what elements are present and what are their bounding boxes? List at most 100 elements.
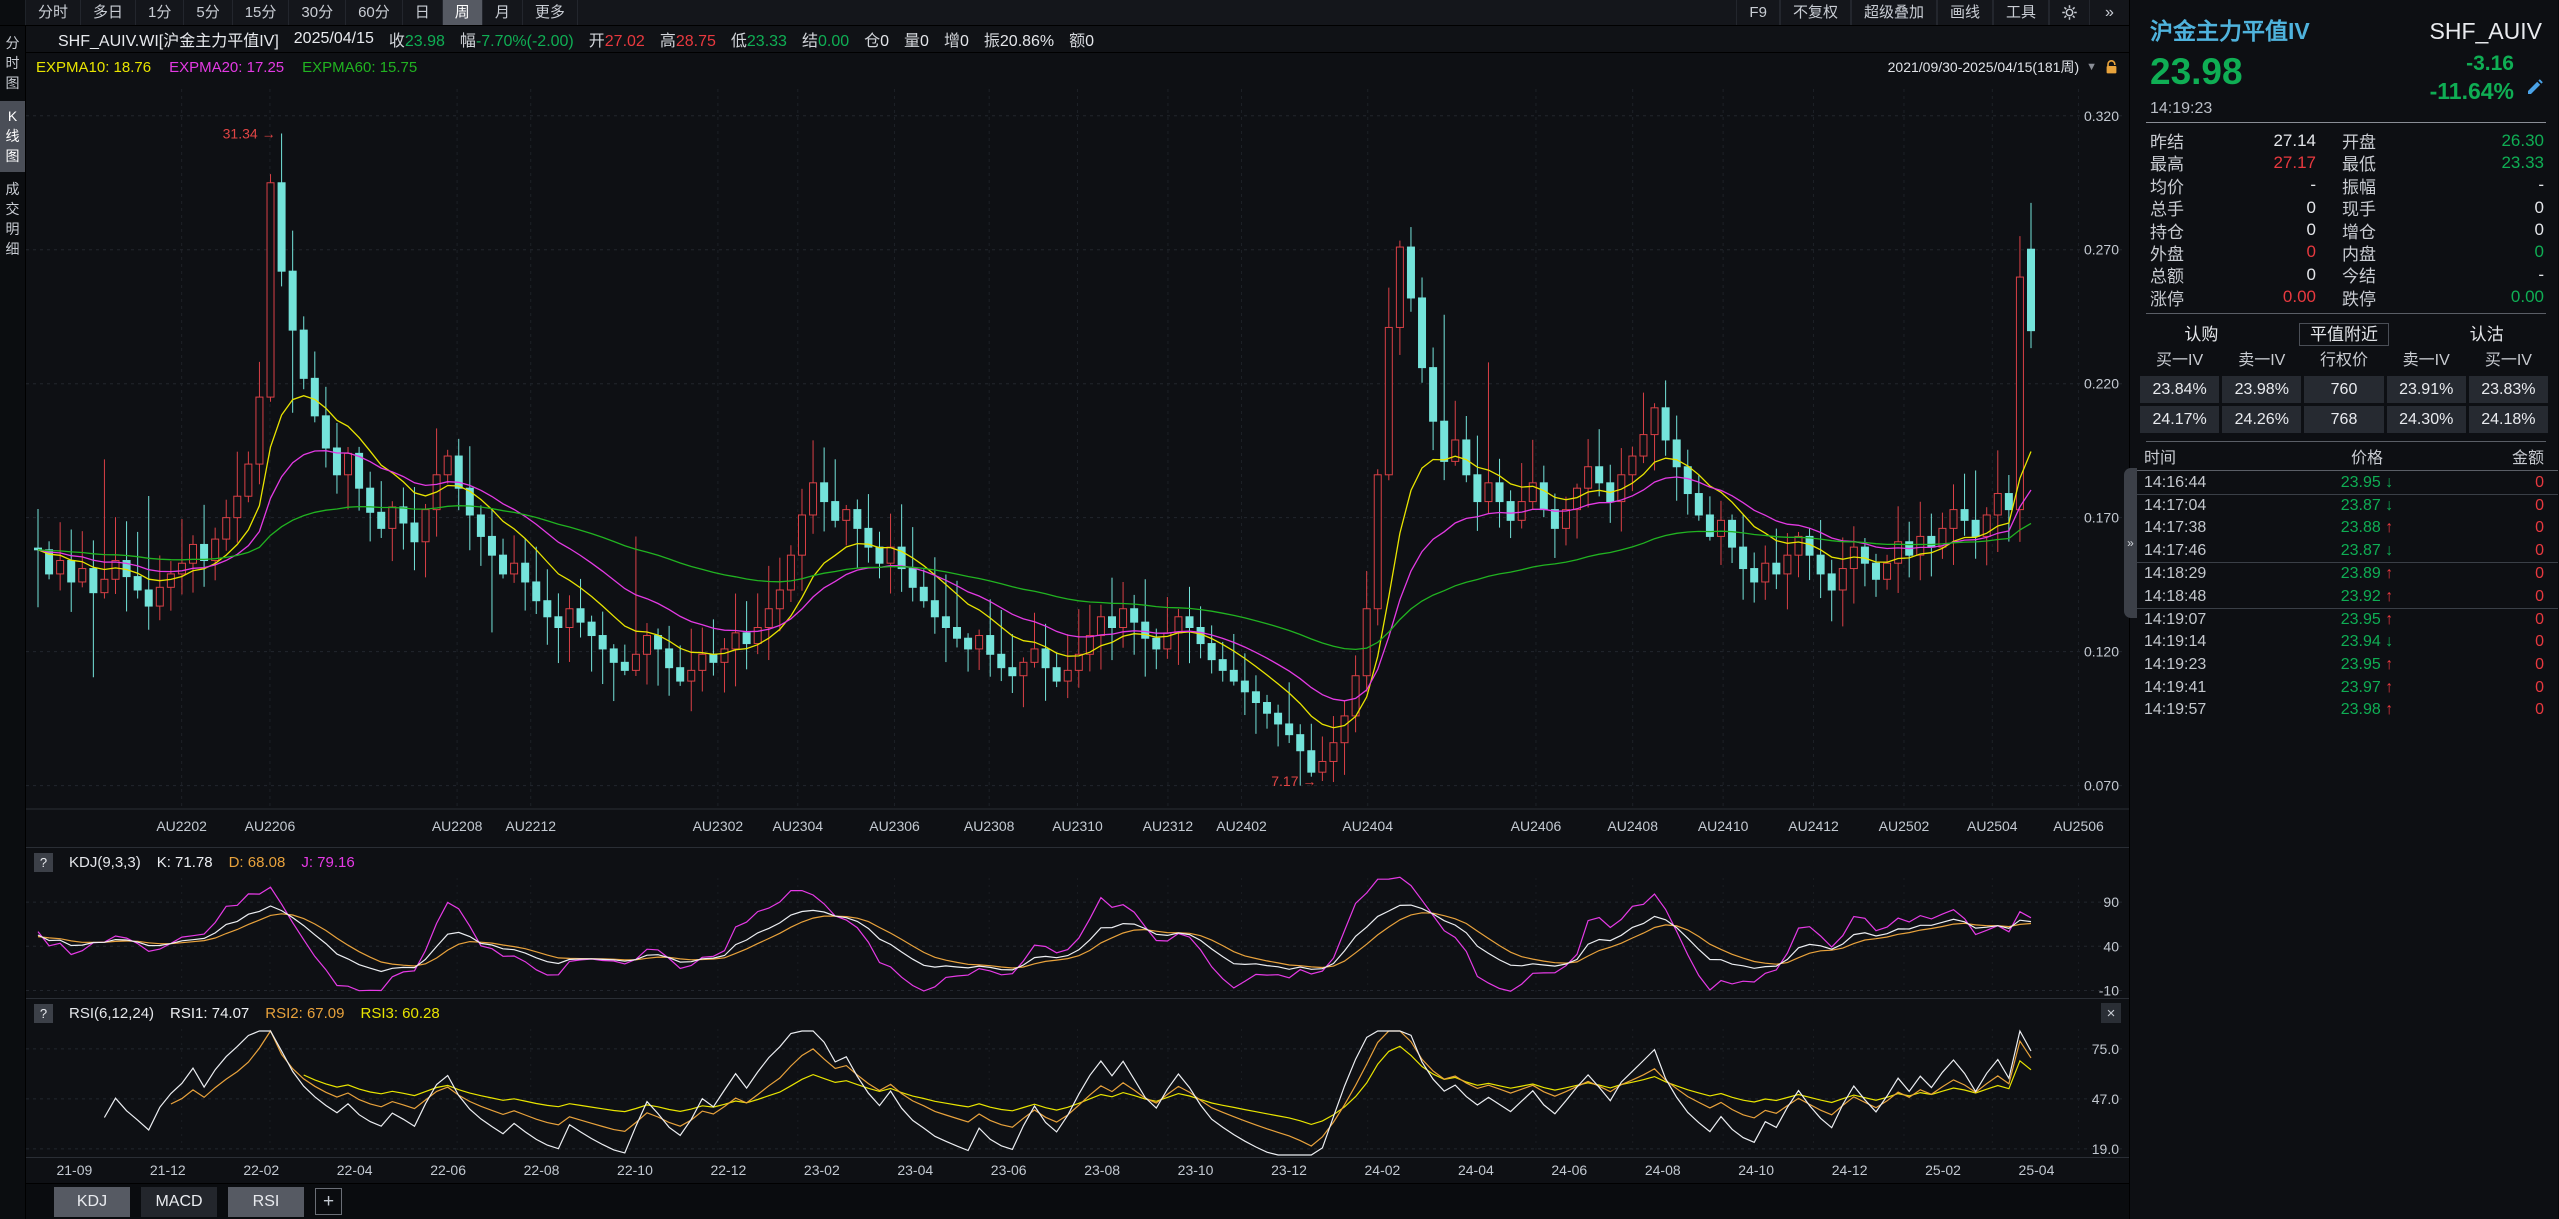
gear-icon[interactable] (2049, 0, 2089, 25)
price-change: -3.16 (2430, 52, 2514, 76)
panel-collapse-handle[interactable]: » (2124, 468, 2137, 618)
svg-text:AU2310: AU2310 (1052, 818, 1103, 834)
menu-item-画线[interactable]: 画线 (1937, 0, 1993, 25)
detail-label-均价: 均价 (2150, 173, 2216, 198)
kdj-j-value: J: 79.16 (301, 854, 354, 871)
info-field-label: 额 (1069, 33, 1085, 50)
unlock-icon[interactable] (2104, 59, 2119, 75)
rsi-chart[interactable]: 75.047.019.0 (26, 1027, 2129, 1157)
option-group-平值附近[interactable]: 平值附近 (2273, 320, 2416, 345)
tick-time: 14:19:07 (2144, 611, 2256, 629)
tick-price-value: 23.95 (2341, 474, 2381, 491)
detail-value-外盘: 0 (2216, 242, 2342, 262)
candlestick-chart[interactable]: 0.3200.2700.2200.1700.1200.070AU2202AU22… (26, 81, 2129, 847)
option-cell[interactable]: 24.30% (2387, 406, 2466, 433)
instrument-name: 沪金主力平值IV (2150, 12, 2310, 46)
rail-tab-K线图[interactable]: K线图 (0, 101, 25, 172)
chevron-down-icon[interactable]: ▼ (2086, 61, 2097, 73)
period-tab-更多[interactable]: 更多 (523, 0, 578, 25)
svg-text:19.0: 19.0 (2092, 1141, 2119, 1157)
tick-price-value: 23.97 (2341, 679, 2381, 696)
detail-value-持仓: 0 (2216, 220, 2342, 240)
info-field-量: 量0 (904, 27, 929, 51)
tick-row[interactable]: 14:18:4823.92 ↑0 (2130, 585, 2558, 608)
tick-row[interactable]: 14:19:2323.95 ↑0 (2130, 654, 2558, 677)
tick-time: 14:19:14 (2144, 633, 2256, 651)
ticks-header: 时间价格金额 (2130, 442, 2558, 471)
tick-row[interactable]: 14:19:4123.97 ↑0 (2130, 676, 2558, 699)
indicator-tab-MACD[interactable]: MACD (141, 1187, 217, 1217)
rail-tab-成交明细[interactable]: 成交明细 (0, 174, 25, 265)
period-tab-30分[interactable]: 30分 (289, 0, 346, 25)
period-tab-周[interactable]: 周 (443, 0, 483, 25)
ticks-list[interactable]: 14:16:4423.95 ↓014:17:0423.87 ↓014:17:38… (2130, 471, 2558, 722)
menu-item-不复权[interactable]: 不复权 (1780, 0, 1851, 25)
tick-time: 14:17:38 (2144, 519, 2256, 537)
ticks-col-header: 时间 (2144, 444, 2256, 468)
tick-time: 14:17:46 (2144, 542, 2256, 560)
period-tab-1分[interactable]: 1分 (136, 0, 184, 25)
tick-row[interactable]: 14:19:5723.98 ↑0 (2130, 699, 2558, 722)
help-icon[interactable]: ? (34, 853, 53, 872)
detail-value-总额: 0 (2216, 265, 2342, 285)
time-axis-label: 22-08 (524, 1162, 560, 1178)
tick-time: 14:18:29 (2144, 565, 2256, 583)
option-cell[interactable]: 768 (2304, 406, 2383, 433)
rsi-header: ? RSI(6,12,24) RSI1: 74.07 RSI2: 67.09 R… (26, 998, 2129, 1027)
add-indicator-button[interactable]: + (315, 1188, 342, 1215)
indicator-tab-RSI[interactable]: RSI (228, 1187, 304, 1217)
tick-row[interactable]: 14:19:1423.94 ↓0 (2130, 631, 2558, 654)
period-tab-多日[interactable]: 多日 (81, 0, 136, 25)
info-field-幅: 幅-7.70%(-2.00) (460, 27, 574, 51)
info-field-value: 0 (920, 33, 929, 50)
indicator-tab-KDJ[interactable]: KDJ (54, 1187, 130, 1217)
option-cell[interactable]: 23.83% (2469, 376, 2548, 403)
detail-value-今结: - (2418, 265, 2544, 285)
rail-tab-分时图[interactable]: 分时图 (0, 28, 25, 99)
option-group-认购[interactable]: 认购 (2130, 320, 2273, 345)
svg-text:AU2206: AU2206 (245, 818, 296, 834)
help-icon[interactable]: ? (34, 1004, 53, 1023)
option-cell[interactable]: 24.18% (2469, 406, 2548, 433)
menu-item-F9[interactable]: F9 (1736, 0, 1780, 25)
tick-row[interactable]: 14:17:0423.87 ↓0 (2130, 494, 2558, 517)
menu-item-超级叠加[interactable]: 超级叠加 (1851, 0, 1937, 25)
option-group-认沽[interactable]: 认沽 (2415, 320, 2558, 345)
detail-label-总手: 总手 (2150, 195, 2216, 220)
period-menubar: 分时多日1分5分15分30分60分日周月更多 F9不复权超级叠加画线工具 » (0, 0, 2129, 26)
tick-row[interactable]: 14:17:4623.87 ↓0 (2130, 540, 2558, 563)
close-icon[interactable]: × (2101, 1003, 2121, 1023)
tick-row[interactable]: 14:18:2923.89 ↑0 (2130, 562, 2558, 585)
option-cell[interactable]: 24.26% (2222, 406, 2301, 433)
time-axis-label: 23-04 (897, 1162, 933, 1178)
rail-tab-char: K (8, 108, 17, 125)
info-field-开: 开27.02 (589, 27, 645, 51)
svg-text:AU2412: AU2412 (1788, 818, 1839, 834)
option-cell[interactable]: 23.98% (2222, 376, 2301, 403)
edit-icon[interactable] (2522, 74, 2548, 100)
tick-row[interactable]: 14:19:0723.95 ↑0 (2130, 608, 2558, 631)
info-field-label: 低 (731, 33, 747, 50)
period-tab-15分[interactable]: 15分 (233, 0, 290, 25)
kdj-chart[interactable]: 9040-10 (26, 876, 2129, 998)
detail-label-最低: 最低 (2342, 150, 2418, 175)
period-tab-分时[interactable]: 分时 (26, 0, 81, 25)
period-tab-60分[interactable]: 60分 (346, 0, 403, 25)
visible-range-control[interactable]: 2021/09/30-2025/04/15(181周) ▼ (1888, 57, 2119, 77)
period-tab-5分[interactable]: 5分 (184, 0, 232, 25)
expand-menu-icon[interactable]: » (2089, 0, 2129, 25)
option-cell[interactable]: 23.91% (2387, 376, 2466, 403)
tick-amount: 0 (2478, 542, 2544, 560)
quote-time: 14:19:23 (2130, 100, 2558, 122)
svg-text:AU2212: AU2212 (505, 818, 556, 834)
option-cell[interactable]: 760 (2304, 376, 2383, 403)
option-cell[interactable]: 24.17% (2140, 406, 2219, 433)
period-tab-月[interactable]: 月 (483, 0, 523, 25)
change-block: -3.16 -11.64% (2430, 52, 2522, 106)
tick-row[interactable]: 14:17:3823.88 ↑0 (2130, 517, 2558, 540)
period-tab-日[interactable]: 日 (403, 0, 443, 25)
menu-item-工具[interactable]: 工具 (1993, 0, 2049, 25)
option-cell[interactable]: 23.84% (2140, 376, 2219, 403)
tick-row[interactable]: 14:16:4423.95 ↓0 (2130, 471, 2558, 494)
visible-range-label: 2021/09/30-2025/04/15(181周) (1888, 57, 2079, 77)
